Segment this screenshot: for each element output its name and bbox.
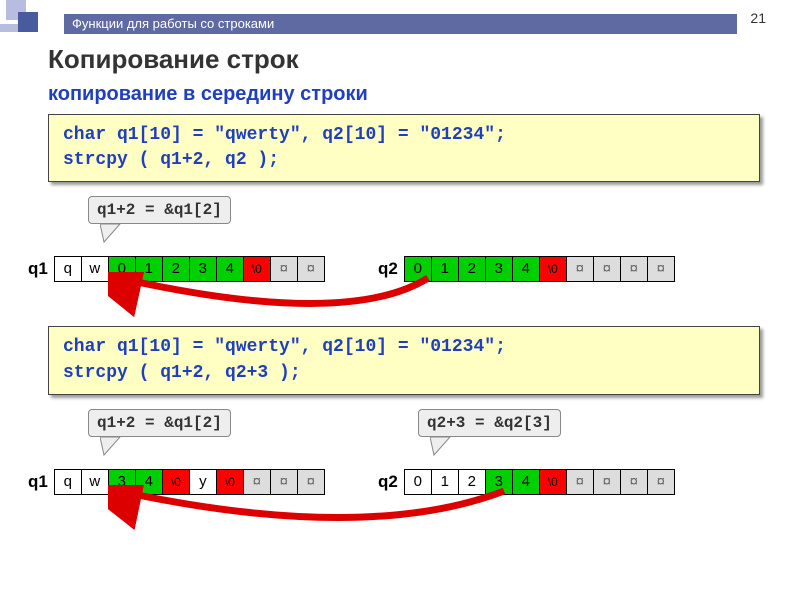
- array-label: q1: [28, 472, 48, 492]
- memory-cell: q: [55, 470, 82, 494]
- memory-cell: 4: [217, 257, 244, 281]
- memory-cell: ¤: [594, 257, 621, 281]
- callout-tail: [100, 437, 130, 457]
- code-line: strcpy ( q1+2, q2 );: [63, 148, 745, 173]
- slide-title: Копирование строк: [48, 44, 760, 75]
- memory-cell: 1: [432, 257, 459, 281]
- memory-cells-q1-2: qw34\0y\0¤¤¤: [54, 469, 325, 495]
- memory-cell: q: [55, 257, 82, 281]
- code-line: char q1[10] = "qwerty", q2[10] = "01234"…: [63, 123, 745, 148]
- array-label: q2: [378, 259, 398, 279]
- memory-cell: ¤: [648, 257, 674, 281]
- code-line: strcpy ( q1+2, q2+3 );: [63, 361, 745, 386]
- header-bar: Функции для работы со строками: [64, 14, 737, 34]
- slide-header: Функции для работы со строками 21: [0, 0, 800, 34]
- memory-cell: ¤: [298, 470, 324, 494]
- memory-cells-q1-1: qw01234\0¤¤: [54, 256, 325, 282]
- memory-cell: 4: [513, 470, 540, 494]
- memory-cell: \0: [244, 257, 271, 281]
- memory-cell: ¤: [594, 470, 621, 494]
- memory-cell: ¤: [567, 470, 594, 494]
- memory-cell: 4: [513, 257, 540, 281]
- slide-subtitle: копирование в середину строки: [48, 83, 760, 106]
- memory-cell: ¤: [271, 257, 298, 281]
- memory-cell: 2: [459, 470, 486, 494]
- array-label: q2: [378, 472, 398, 492]
- slide-content: Копирование строк копирование в середину…: [0, 34, 800, 539]
- memory-cell: y: [190, 470, 217, 494]
- memory-cell: 3: [109, 470, 136, 494]
- memory-cell: w: [82, 470, 109, 494]
- memory-cell: ¤: [271, 470, 298, 494]
- memory-cell: \0: [163, 470, 190, 494]
- memory-cell: w: [82, 257, 109, 281]
- memory-cell: ¤: [621, 470, 648, 494]
- memory-cell: 1: [432, 470, 459, 494]
- header-title: Функции для работы со строками: [72, 16, 274, 31]
- callout-tail: [430, 437, 460, 457]
- memory-cell: 2: [459, 257, 486, 281]
- code-block-1: char q1[10] = "qwerty", q2[10] = "01234"…: [48, 114, 760, 182]
- memory-cell: ¤: [621, 257, 648, 281]
- code-block-2: char q1[10] = "qwerty", q2[10] = "01234"…: [48, 326, 760, 394]
- memory-cell: \0: [540, 257, 567, 281]
- memory-cell: 0: [405, 257, 432, 281]
- callout-1: q1+2 = &q1[2]: [88, 196, 231, 224]
- memory-cell: 3: [190, 257, 217, 281]
- callout-tail: [100, 224, 130, 244]
- memory-cell: 0: [109, 257, 136, 281]
- memory-cell: \0: [217, 470, 244, 494]
- array-label: q1: [28, 259, 48, 279]
- callout-2a: q1+2 = &q1[2]: [88, 409, 231, 437]
- page-number: 21: [750, 10, 766, 26]
- header-deco: [0, 0, 64, 40]
- memory-cell: ¤: [298, 257, 324, 281]
- memory-cell: 1: [136, 257, 163, 281]
- code-line: char q1[10] = "qwerty", q2[10] = "01234"…: [63, 335, 745, 360]
- callout-2b: q2+3 = &q2[3]: [418, 409, 561, 437]
- memory-cell: ¤: [648, 470, 674, 494]
- memory-cell: ¤: [244, 470, 271, 494]
- memory-cell: 2: [163, 257, 190, 281]
- memory-cell: 3: [486, 470, 513, 494]
- memory-cell: 4: [136, 470, 163, 494]
- memory-cell: 0: [405, 470, 432, 494]
- memory-cells-q2-2: 01234\0¤¤¤¤: [404, 469, 675, 495]
- memory-cell: ¤: [567, 257, 594, 281]
- memory-cell: \0: [540, 470, 567, 494]
- memory-cell: 3: [486, 257, 513, 281]
- memory-cells-q2-1: 01234\0¤¤¤¤: [404, 256, 675, 282]
